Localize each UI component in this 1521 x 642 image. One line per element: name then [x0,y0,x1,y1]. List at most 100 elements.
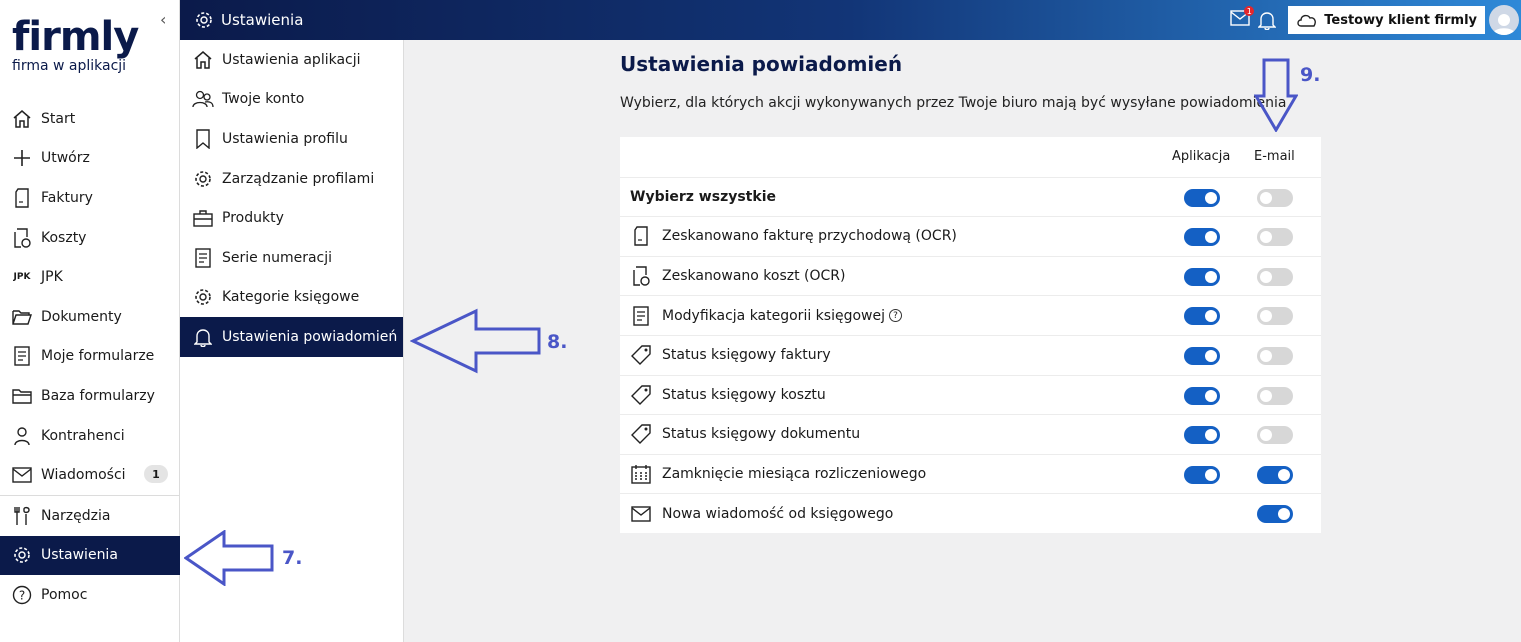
submenu-item-profile-settings[interactable]: Ustawienia profilu [180,119,403,159]
sidebar-item-label: Moje formularze [41,348,155,365]
row-label: Status księgowy faktury [662,347,831,364]
logo[interactable]: firmly firma w aplikacji [12,14,139,74]
sidebar-item-create[interactable]: Utwórz [0,139,180,179]
sidebar-item-costs[interactable]: Koszty [0,218,180,258]
client-name: Testowy klient firmly [1324,12,1477,28]
app-toggle[interactable] [1184,426,1220,445]
bell-icon[interactable] [1258,10,1277,30]
sidebar-item-label: Utwórz [41,150,90,167]
svg-text:?: ? [19,588,25,602]
annotation-label: 7. [282,547,303,569]
mail-icon [630,503,652,525]
avatar[interactable] [1489,5,1519,35]
sidebar-item-label: Baza formularzy [41,387,155,404]
sidebar-item-invoices[interactable]: Faktury [0,178,180,218]
column-header-email: E-mail [1254,149,1295,165]
sidebar-item-label: Pomoc [41,586,88,603]
email-toggle[interactable] [1257,426,1293,445]
invoice-icon [11,187,33,209]
sidebar-item-forms-base[interactable]: Baza formularzy [0,376,180,416]
logo-tagline: firma w aplikacji [12,58,127,74]
document-icon [630,305,652,327]
sidebar-nav: Start Utwórz Faktury Koszty JPK JPK Doku… [0,99,180,615]
submenu-item-account[interactable]: Twoje konto [180,80,403,120]
email-toggle[interactable] [1257,346,1293,365]
sidebar-item-label: Narzędzia [41,507,111,524]
header-actions: 1 Testowy klient firmly [1230,0,1521,40]
sidebar-item-label: Koszty [41,229,87,246]
sidebar-item-jpk[interactable]: JPK JPK [0,257,180,297]
cloud-icon [1296,12,1318,28]
submenu-item-label: Ustawienia aplikacji [222,51,361,68]
select-all-app-toggle[interactable] [1184,188,1220,207]
annotation-arrow-left-icon [410,308,541,374]
submenu-item-profile-management[interactable]: Zarządzanie profilami [180,159,403,199]
calendar-icon [630,463,652,485]
row-label: Zamknięcie miesiąca rozliczeniowego [662,466,927,483]
invoice-icon [630,225,652,247]
tag-icon [630,423,652,445]
messages-button[interactable]: 1 [1230,6,1255,30]
email-toggle[interactable] [1257,386,1293,405]
sidebar-item-label: Start [41,110,76,127]
bell-icon [192,326,214,348]
email-toggle[interactable] [1257,307,1293,326]
submenu-item-notification-settings[interactable]: Ustawienia powiadomień [180,317,403,357]
sidebar-item-label: JPK [41,269,63,286]
table-row: Status księgowy faktury [620,334,1321,375]
sidebar-item-help[interactable]: ? Pomoc [0,575,180,615]
select-all-email-toggle[interactable] [1257,188,1293,207]
client-switcher-button[interactable]: Testowy klient firmly [1288,6,1485,34]
submenu-item-accounting-categories[interactable]: Kategorie księgowe [180,278,403,318]
app-toggle[interactable] [1184,346,1220,365]
email-toggle[interactable] [1257,228,1293,247]
table-row: Zamknięcie miesiąca rozliczeniowego [620,453,1321,494]
row-label: Status księgowy kosztu [662,386,826,403]
tag-icon [630,384,652,406]
document-icon [192,247,214,269]
annotation-arrow-left-icon [184,530,274,586]
tag-icon [630,344,652,366]
sidebar-item-documents[interactable]: Dokumenty [0,297,180,337]
mail-icon [11,464,33,486]
annotation-label: 9. [1300,64,1321,86]
row-label: Modyfikacja kategorii księgowej? [662,308,1321,324]
gear-icon [194,10,214,30]
sidebar-item-label: Kontrahenci [41,427,125,444]
column-header-app: Aplikacja [1172,149,1231,165]
sidebar-item-messages[interactable]: Wiadomości 1 [0,455,180,495]
submenu-item-app-settings[interactable]: Ustawienia aplikacji [180,40,403,80]
email-toggle[interactable] [1257,505,1293,524]
notification-settings-panel: Ustawienia powiadomień Wybierz, dla któr… [620,52,1321,533]
bookmark-icon [192,128,214,150]
row-label: Zeskanowano fakturę przychodową (OCR) [662,228,957,245]
submenu-item-label: Kategorie księgowe [222,289,360,306]
sidebar-item-label: Dokumenty [41,308,122,325]
sidebar-item-label: Faktury [41,189,93,206]
messages-count-badge: 1 [144,465,168,484]
gear-icon [192,168,214,190]
submenu-item-label: Serie numeracji [222,249,333,266]
help-icon[interactable]: ? [888,309,902,323]
submenu-item-numbering-series[interactable]: Serie numeracji [180,238,403,278]
sidebar-item-my-forms[interactable]: Moje formularze [0,337,180,377]
gear-icon [11,544,33,566]
gear-icon [192,286,214,308]
row-label: Nowa wiadomość od księgowego [662,505,894,522]
sidebar-item-label: Ustawienia [41,547,118,564]
app-toggle[interactable] [1184,267,1220,286]
sidebar-item-contractors[interactable]: Kontrahenci [0,416,180,456]
row-label: Status księgowy dokumentu [662,426,861,443]
email-toggle[interactable] [1257,465,1293,484]
chevron-left-icon[interactable]: ‹ [160,10,166,29]
app-toggle[interactable] [1184,465,1220,484]
app-toggle[interactable] [1184,228,1220,247]
submenu-item-label: Ustawienia powiadomień [222,328,398,345]
app-toggle[interactable] [1184,307,1220,326]
sidebar-item-settings[interactable]: Ustawienia [0,535,180,576]
email-toggle[interactable] [1257,267,1293,286]
app-toggle[interactable] [1184,386,1220,405]
sidebar-item-start[interactable]: Start [0,99,180,139]
submenu-item-products[interactable]: Produkty [180,198,403,238]
sidebar-item-tools[interactable]: Narzędzia [0,496,180,536]
